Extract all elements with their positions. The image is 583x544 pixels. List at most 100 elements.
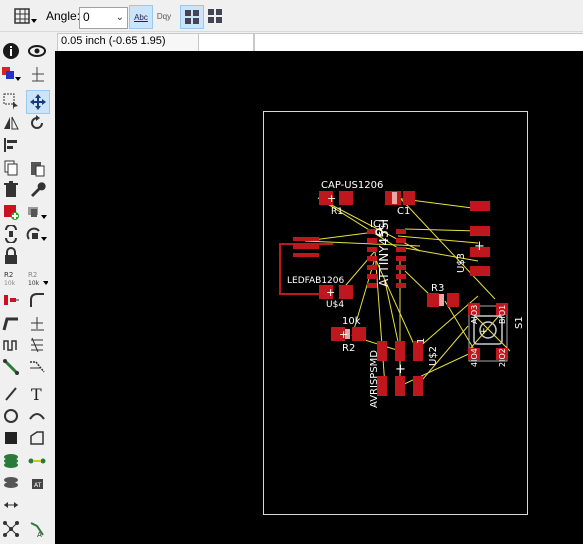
smash-icon <box>4 295 19 305</box>
mirror-icon <box>4 116 19 130</box>
layout-b-button[interactable] <box>204 5 226 27</box>
align-icon <box>4 138 17 152</box>
invoke-button[interactable] <box>0 223 22 245</box>
avrisp-plus-mark: + <box>395 362 406 377</box>
group-button[interactable] <box>0 90 22 112</box>
ratsnest-button[interactable] <box>0 518 22 540</box>
board-drawing: + + + + + + CAP-US1206 C1 IC1 R1 LEDFAB1… <box>263 111 528 515</box>
attribute-button[interactable]: AT <box>26 472 48 494</box>
show-button[interactable] <box>26 40 48 62</box>
grid-button[interactable] <box>12 5 38 27</box>
top-toolbar: Angle: 0 ⌄ Abc Dqy <box>0 0 583 32</box>
angle-select[interactable]: 0 ⌄ <box>79 7 128 29</box>
circle-button[interactable] <box>0 405 22 427</box>
arc-button[interactable] <box>26 405 48 427</box>
change-button[interactable] <box>26 178 48 200</box>
command-line-input[interactable] <box>254 33 583 52</box>
lock-button[interactable] <box>0 245 22 267</box>
rotate-button[interactable] <box>26 112 48 134</box>
replace-button[interactable] <box>26 201 48 223</box>
layout-a-button[interactable] <box>180 5 204 29</box>
autorouter-button[interactable]: A <box>26 518 48 540</box>
smash-button[interactable] <box>0 289 22 311</box>
via-button[interactable] <box>0 450 22 472</box>
text-icon: T <box>31 385 42 403</box>
text-button[interactable]: T <box>26 383 48 405</box>
name-r2-icon: R210k <box>4 271 16 287</box>
slice-button[interactable] <box>26 334 48 356</box>
coordinate-display: 0.05 inch (-0.65 1.95) <box>57 33 200 52</box>
route-button[interactable] <box>0 356 22 378</box>
replace-icon <box>28 207 47 219</box>
paste-button[interactable] <box>26 157 48 179</box>
copy-button[interactable] <box>0 157 22 179</box>
label-pin-lr: 2IO2 <box>498 348 507 367</box>
board-canvas[interactable]: + + + + + + CAP-US1206 C1 IC1 R1 LEDFAB1… <box>55 51 583 544</box>
display-layers-button[interactable] <box>0 63 22 85</box>
circle-icon <box>4 409 18 423</box>
name-button[interactable]: R2 10k <box>0 267 22 289</box>
miter-button[interactable] <box>26 289 48 311</box>
signal-button[interactable] <box>26 450 48 472</box>
text-style-2-label: Dqy <box>156 11 172 21</box>
u4-plus-mark: + <box>326 286 335 299</box>
svg-text:R2: R2 <box>28 271 37 279</box>
move-button[interactable] <box>26 90 50 114</box>
mark-button[interactable] <box>26 63 48 85</box>
wrench-icon <box>31 182 46 197</box>
svg-text:AT: AT <box>34 482 42 489</box>
hole-button[interactable] <box>0 472 22 494</box>
meander-icon <box>3 340 17 351</box>
delete-button[interactable] <box>0 178 22 200</box>
chevron-down-icon: ⌄ <box>115 12 124 23</box>
ratsnest-icon <box>3 521 19 537</box>
meander-button[interactable] <box>0 334 22 356</box>
angle-value: 0 <box>83 10 90 24</box>
r3-pad-left <box>427 293 439 307</box>
swap-icon <box>5 225 17 243</box>
wire-button[interactable] <box>0 383 22 405</box>
grid-layout-alt-icon <box>208 9 222 23</box>
value-button[interactable]: R2 10k <box>26 267 48 289</box>
move-icon <box>30 94 46 110</box>
rect-button[interactable] <box>0 427 22 449</box>
lock-dropdown-button[interactable] <box>26 223 48 245</box>
label-c1: C1 <box>397 206 410 217</box>
text-style-proportional-button[interactable]: Abc <box>129 5 153 29</box>
left-toolbar: R2 10k R2 10k T AT A <box>0 32 55 544</box>
autorouter-icon: A <box>30 522 44 538</box>
split-button[interactable] <box>0 312 22 334</box>
label-attiny45si: ATTINY45SI <box>377 219 391 287</box>
r2-pad-right <box>352 327 366 341</box>
grid-icon <box>14 8 37 24</box>
dimension-icon <box>4 502 18 508</box>
label-s1: S1 <box>514 316 525 329</box>
info-button[interactable] <box>0 40 22 62</box>
add-part-icon <box>4 205 19 220</box>
angle-label: Angle: <box>46 9 81 23</box>
mirror-button[interactable] <box>0 112 22 134</box>
svg-text:10k: 10k <box>28 280 40 287</box>
label-cap-us1206: CAP-US1206 <box>321 180 383 191</box>
label-pin-ul: AIO3 <box>470 305 479 324</box>
command-prefix-field[interactable] <box>198 33 254 52</box>
optimize-button[interactable] <box>26 312 48 334</box>
dimension-button[interactable] <box>0 494 22 516</box>
add-button[interactable] <box>0 201 22 223</box>
label-r1: R1 <box>331 207 343 217</box>
rectangle-icon <box>5 432 17 444</box>
label-pin-ll: 4IO4 <box>470 348 479 367</box>
optimize-icon <box>26 227 47 241</box>
trash-icon <box>4 181 18 197</box>
ripup-button[interactable] <box>26 356 48 378</box>
text-style-vector-button[interactable]: Dqy <box>153 5 175 27</box>
polygon-icon <box>30 431 44 445</box>
polygon-button[interactable] <box>26 427 48 449</box>
svg-text:T: T <box>31 385 42 403</box>
lock-icon <box>5 247 17 264</box>
grid-layout-icon <box>185 10 199 24</box>
r3-pad-right <box>447 293 459 307</box>
label-10k: 10k <box>342 316 361 327</box>
group-select-icon <box>3 93 18 110</box>
align-button[interactable] <box>0 134 22 156</box>
